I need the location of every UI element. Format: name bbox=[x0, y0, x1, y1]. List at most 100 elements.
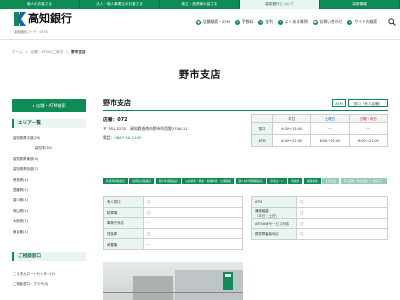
facility-value: 〇 bbox=[296, 206, 388, 219]
list-item[interactable]: 大阪府(1) bbox=[12, 219, 86, 223]
facility-value: 〇 bbox=[296, 228, 388, 240]
header-link-label: お問い合わせ bbox=[319, 19, 343, 24]
page-title: 野市支店 bbox=[179, 70, 221, 81]
service-tags: 外貨両替取扱店 投資信託取扱店 個人年金取扱店 公共料金・税金・各種料金 公金取扱 個人… bbox=[103, 178, 393, 186]
faq-icon: ? bbox=[277, 19, 283, 25]
bank-code: 金融機関コード：0578 bbox=[14, 30, 48, 34]
branch-photo bbox=[103, 262, 243, 300]
header-link[interactable]: ● 店舗検索・ATM bbox=[196, 19, 230, 25]
topnav-tab[interactable]: 法人・個人事業主のお客さま bbox=[80, 0, 160, 9]
search-icon[interactable] bbox=[388, 18, 396, 26]
service-tag: 個人向け国債取扱店 bbox=[235, 178, 266, 184]
header-link[interactable]: ☎ お問い合わせ bbox=[312, 19, 343, 25]
facility-label: ATM bbox=[251, 196, 297, 208]
top-navigation: 個人のお客さま 法人・個人事業主のお客さま 株主・投資家の皆さま 高知銀行について 採用… bbox=[0, 0, 400, 9]
list-item[interactable]: 愛媛県(2) bbox=[12, 188, 86, 192]
header-link-label: よくある質問 bbox=[284, 19, 308, 24]
branch-address: 〒 781-5232 高知県香南市野市町西野2708-11 bbox=[103, 126, 188, 131]
hours-cell: 9:00～15:00 bbox=[271, 122, 312, 135]
list-item[interactable]: 高知県県西部(7) bbox=[12, 167, 86, 171]
hours-cell: ー bbox=[348, 122, 389, 135]
branch-info: 店番：072 〒 781-5232 高知県香南市野市町西野2708-11 電話：… bbox=[103, 116, 243, 141]
hours-cell: ー bbox=[310, 122, 350, 135]
topnav-tab[interactable]: 個人のお客さま bbox=[0, 0, 80, 9]
header-link-label: 手数料 bbox=[241, 19, 254, 24]
location-icon: ● bbox=[196, 19, 201, 25]
topnav-tab[interactable]: 株主・投資家の皆さま bbox=[160, 0, 240, 9]
facility-value: 〇 bbox=[143, 196, 243, 208]
breadcrumb-stores[interactable]: 店舗・ATMのご案内 bbox=[31, 50, 64, 54]
area-list-heading: エリア一覧 bbox=[12, 119, 86, 128]
facility-label: AYOUNEサービス対応 bbox=[251, 217, 297, 230]
header-link-label: 金利 bbox=[265, 19, 273, 24]
atm-badge: ATM bbox=[332, 99, 346, 107]
facility-label: 駐車場 bbox=[103, 206, 144, 219]
business-hours-table: 平日 土曜日 日曜・祝日 窓口 9:00～15:00 ー ー ATM 8:00～… bbox=[251, 114, 389, 147]
area-list: 高知県県中部(29) 高知市(30) 高知県県東部(4) 高知県県西部(7) 徳島県(4… bbox=[12, 136, 86, 240]
breadcrumb-home[interactable]: ホーム bbox=[12, 50, 23, 54]
header-link[interactable]: ? よくある質問 bbox=[277, 19, 308, 25]
hours-row-label: 窓口 bbox=[251, 122, 273, 135]
facility-label: 貸金庫 bbox=[103, 227, 144, 240]
service-tag: 夜間金庫 bbox=[303, 178, 321, 184]
facility-value: 〇 bbox=[143, 227, 243, 240]
facility-value: 〇 bbox=[296, 196, 388, 208]
list-item[interactable]: ご相談窓口・プラザ(3) bbox=[12, 282, 86, 286]
hours-header-sunday: 日曜・祝日 bbox=[348, 114, 389, 123]
fee-icon: ¥ bbox=[234, 19, 240, 25]
store-number: 店番：072 bbox=[103, 118, 128, 123]
facility-label: 通帳繰越 （平日・土日） bbox=[251, 206, 297, 219]
service-tag: 外貨両替取扱店 bbox=[103, 178, 128, 184]
list-item[interactable]: 東京都(1) bbox=[12, 230, 86, 234]
facility-value: 〇 bbox=[296, 217, 388, 230]
facility-label: 視覚障害者対応 bbox=[251, 228, 297, 240]
list-item[interactable]: 高知市(30) bbox=[12, 146, 86, 150]
service-tag: 土日営業 bbox=[322, 178, 339, 184]
topnav-tab[interactable]: 高知銀行について bbox=[240, 0, 320, 9]
branch-name: 野市支店 bbox=[103, 99, 131, 107]
hours-cell: 8:00～21:00 bbox=[310, 134, 350, 147]
bank-logo-icon[interactable] bbox=[14, 12, 26, 26]
facility-label: 有人窓口 bbox=[103, 196, 144, 208]
list-item[interactable]: 高知県県中部(29) bbox=[12, 136, 86, 140]
hours-header-weekday: 平日 bbox=[271, 114, 312, 123]
phone-icon: ☎ bbox=[312, 19, 318, 25]
table-row: 有人窓口〇 bbox=[103, 196, 243, 208]
breadcrumb: ホーム ＞ 店舗・ATMのご案内 ＞ 野市支店 bbox=[12, 50, 87, 55]
table-row: 両替機ー bbox=[103, 238, 243, 250]
store-atm-search-label: 店舗・ATM検索 bbox=[36, 103, 66, 108]
list-item[interactable]: 高知県県東部(4) bbox=[12, 157, 86, 161]
branch-phone: 電話：0887-56-2105 bbox=[103, 135, 243, 141]
store-atm-search-button[interactable]: ⌕ 店舗・ATM検索 bbox=[12, 99, 86, 112]
phone-label: 電話： bbox=[103, 135, 115, 140]
consultation-heading: ご相談窓口 bbox=[12, 252, 86, 261]
header-links: ● 店舗検索・ATM ¥ 手数料% 金利? よくある質問 ☎ お問い合わせ ≡ サイト内検索 bbox=[196, 19, 382, 25]
header-link[interactable]: ¥ 手数料 bbox=[234, 19, 254, 25]
service-tag: 貸金庫 bbox=[288, 178, 303, 184]
hours-header-saturday: 土曜日 bbox=[310, 114, 350, 123]
table-row: 視覚障害者対応〇 bbox=[251, 228, 388, 240]
facilities-table-left: 有人窓口〇駐車場〇車椅子対応ー貸金庫〇両替機ー bbox=[103, 196, 243, 250]
list-item[interactable]: 徳島県(4) bbox=[12, 178, 86, 182]
table-row: ATM 〇 bbox=[251, 196, 388, 208]
topnav-tab[interactable]: 採用情報 bbox=[320, 0, 400, 9]
list-item[interactable]: 岡山県(1) bbox=[12, 209, 86, 213]
hours-header-blank bbox=[251, 114, 273, 123]
sitemap-icon: ≡ bbox=[347, 19, 353, 25]
header-link[interactable]: % 金利 bbox=[258, 19, 273, 25]
header-link[interactable]: ≡ サイト内検索 bbox=[347, 19, 377, 25]
table-row: 通帳繰越 （平日・土日）〇 bbox=[251, 206, 388, 219]
hours-cell: 8:00～21:00 bbox=[348, 134, 389, 147]
bank-logo-text[interactable]: 高知銀行 bbox=[28, 12, 72, 26]
table-row: ATM 8:00～21:00 8:00～21:00 8:00～21:00 bbox=[251, 134, 389, 147]
facility-value: ー bbox=[143, 217, 243, 229]
phone-number[interactable]: 0887-56-2105 bbox=[114, 135, 141, 140]
breadcrumb-separator: ＞ bbox=[24, 50, 29, 54]
facility-value: 〇 bbox=[143, 206, 243, 219]
list-item[interactable]: 香川県(1) bbox=[12, 198, 86, 202]
header-link-label: 店舗検索・ATM bbox=[203, 19, 230, 24]
title-divider bbox=[103, 110, 388, 111]
list-item[interactable]: こうぎんローンセンター(2) bbox=[12, 272, 86, 276]
service-tag: 平日夜間・休日相談（一部窓口） bbox=[340, 178, 387, 184]
staffed-window-badge: 窓口（有人店舗） bbox=[348, 99, 388, 107]
